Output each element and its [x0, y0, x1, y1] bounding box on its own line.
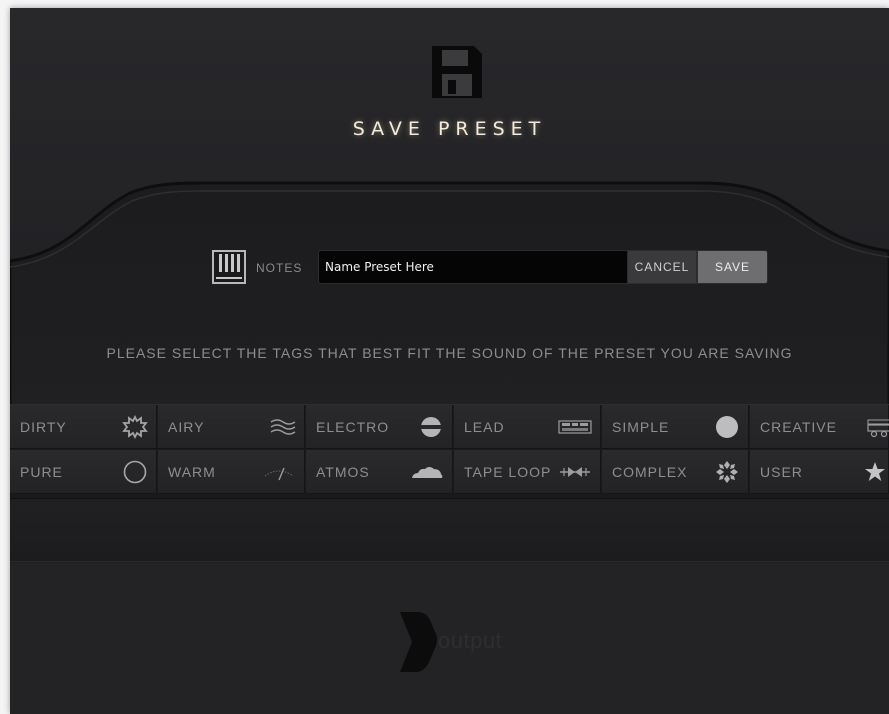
cloud-icon	[412, 467, 443, 478]
panel-background	[10, 181, 889, 423]
snowflake-icon	[716, 461, 738, 483]
tags-instruction: PLEASE SELECT THE TAGS THAT BEST FIT THE…	[106, 345, 793, 361]
tag-tape-loop[interactable]: TAPE LOOP	[454, 450, 601, 494]
tags-grid: DIRTY AIRY ELECTRO LEAD SIMPLE CREATIVE …	[10, 404, 889, 499]
tag-label: DIRTY	[20, 419, 67, 435]
synth-icon	[867, 419, 889, 438]
tag-pure[interactable]: PURE	[10, 450, 157, 494]
tag-label: CREATIVE	[760, 419, 837, 435]
save-button[interactable]: SAVE	[697, 250, 768, 284]
split-circle-icon	[421, 417, 441, 437]
tag-label: ELECTRO	[316, 419, 390, 435]
meter-icon	[264, 467, 294, 481]
splat-icon	[122, 415, 148, 439]
save-preset-window: SAVE PRESET NOTES CANCEL SAVE PLEASE SEL…	[10, 8, 889, 714]
tag-label: TAPE LOOP	[464, 464, 552, 480]
tag-label: LEAD	[464, 419, 505, 435]
output-logo-text: output	[438, 628, 503, 653]
output-logo-icon	[400, 612, 437, 672]
tag-label: PURE	[20, 464, 63, 480]
tag-label: SIMPLE	[612, 419, 670, 435]
tag-dirty[interactable]: DIRTY	[10, 405, 157, 449]
notes-label: NOTES	[256, 261, 303, 275]
tag-airy[interactable]: AIRY	[158, 405, 305, 449]
tag-label: USER	[760, 464, 803, 480]
tag-label: WARM	[168, 464, 216, 480]
tag-complex[interactable]: COMPLEX	[602, 450, 749, 494]
keyboard-icon	[558, 420, 592, 434]
tag-lead[interactable]: LEAD	[454, 405, 601, 449]
tag-atmos[interactable]: ATMOS	[306, 450, 453, 494]
bottom-band	[10, 504, 889, 562]
waves-icon	[270, 419, 296, 435]
piano-icon	[212, 250, 246, 284]
tag-label: AIRY	[168, 419, 205, 435]
cancel-button[interactable]: CANCEL	[627, 250, 697, 284]
filled-circle-icon	[716, 416, 738, 438]
tag-electro[interactable]: ELECTRO	[306, 405, 453, 449]
tape-icon	[560, 467, 590, 477]
empty-circle-icon	[123, 460, 147, 484]
tag-label: ATMOS	[316, 464, 370, 480]
tag-warm[interactable]: WARM	[158, 450, 305, 494]
page-title: SAVE PRESET	[352, 118, 547, 140]
tag-label: COMPLEX	[612, 464, 688, 480]
tag-user[interactable]: USER	[750, 450, 889, 494]
star-icon	[865, 462, 885, 481]
tag-simple[interactable]: SIMPLE	[602, 405, 749, 449]
tag-creative[interactable]: CREATIVE	[750, 405, 889, 449]
preset-name-input[interactable]	[318, 250, 630, 284]
floppy-disk-icon	[432, 46, 482, 98]
